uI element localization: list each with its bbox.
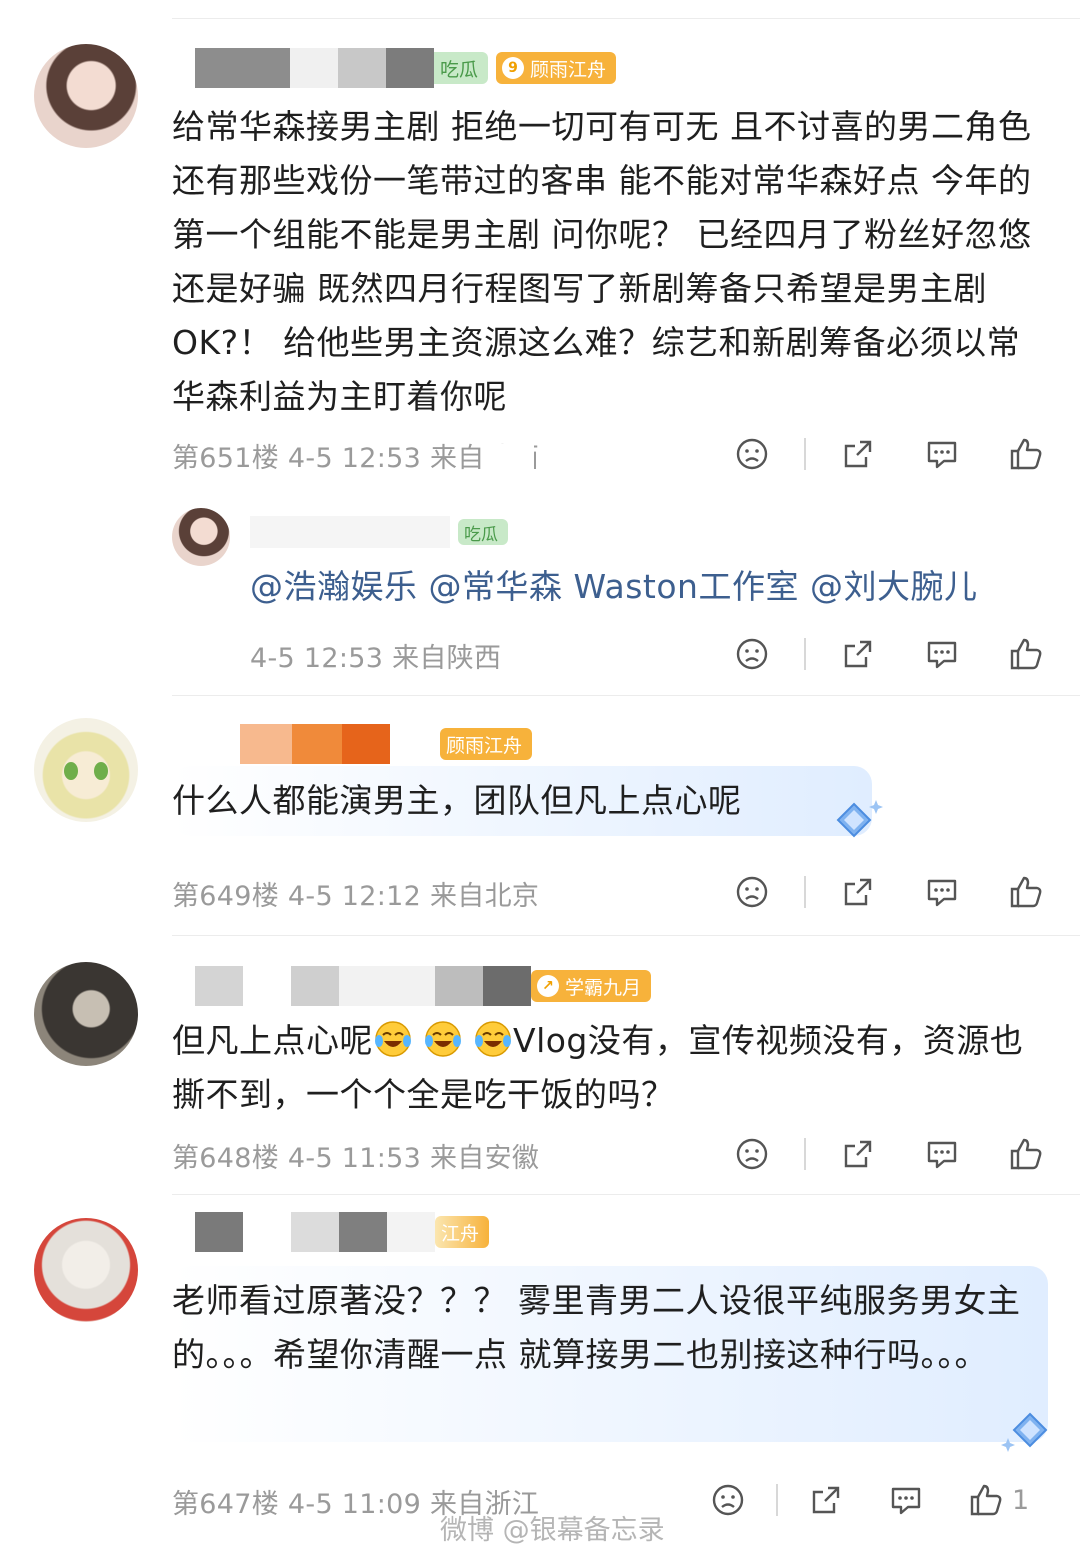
fan-badge[interactable]: ↗ 学霸九月	[531, 970, 652, 1002]
dislike-icon[interactable]	[732, 434, 772, 474]
username-row[interactable]: 吃瓜	[250, 512, 508, 552]
badge-chigua: 吃瓜	[458, 519, 508, 545]
comment-actions	[732, 872, 1046, 912]
reply-icon[interactable]	[922, 634, 962, 674]
fan-badge-label: 学霸九月	[565, 976, 642, 999]
reply-icon[interactable]	[886, 1480, 926, 1520]
like-icon[interactable]	[966, 1480, 1006, 1520]
top-divider	[172, 18, 1080, 19]
dislike-icon[interactable]	[708, 1480, 748, 1520]
fan-badge[interactable]: 9 顾雨江舟	[496, 52, 617, 84]
username-row[interactable]: 江舟	[195, 1212, 490, 1252]
avatar[interactable]	[34, 718, 138, 822]
fan-badge-label: 顾雨江舟	[530, 58, 607, 81]
dislike-icon[interactable]	[732, 1134, 772, 1174]
divider	[172, 1194, 1080, 1195]
share-icon[interactable]	[806, 1480, 846, 1520]
comment-text: 老师看过原著没？？？ 雾里青男二人设很平纯服务男女主的。。。希望你清醒一点 就算…	[172, 1281, 1021, 1374]
username-row[interactable]: 顾雨江舟	[240, 724, 533, 764]
fan-badge-label: 顾雨江舟	[446, 734, 523, 757]
fan-badge[interactable]: 顾雨江舟	[440, 728, 533, 760]
like-icon[interactable]	[1006, 634, 1046, 674]
comment-meta: 4-5 12:53 来自陕西	[250, 643, 502, 674]
sparkle-diamond-icon	[830, 796, 884, 850]
comment-actions	[732, 1134, 1046, 1174]
comment-actions	[732, 434, 1046, 474]
fan-badge[interactable]: 江舟	[435, 1216, 490, 1248]
laugh-cry-emoji-icon	[373, 1019, 413, 1059]
divider	[172, 935, 1080, 936]
comment-meta: 第648楼 4-5 11:53 来自安徽	[172, 1143, 540, 1174]
fan-level-icon: ↗	[537, 975, 559, 997]
badge-chigua: 吃瓜	[434, 52, 489, 84]
redaction	[484, 444, 534, 484]
divider	[804, 638, 806, 670]
dislike-icon[interactable]	[732, 634, 772, 674]
like-icon[interactable]	[1006, 872, 1046, 912]
divider	[804, 876, 806, 908]
mention-link[interactable]: @刘大腕儿	[810, 567, 978, 606]
comment-actions: 1	[708, 1480, 1029, 1520]
mention-link[interactable]: @浩瀚娱乐	[250, 567, 418, 606]
divider	[776, 1484, 778, 1516]
laugh-cry-emoji-icon	[423, 1019, 463, 1059]
avatar[interactable]	[172, 508, 230, 566]
share-icon[interactable]	[838, 634, 878, 674]
avatar[interactable]	[34, 44, 138, 148]
reply-icon[interactable]	[922, 872, 962, 912]
like-icon[interactable]	[1006, 1134, 1046, 1174]
badge-label: 吃瓜	[440, 58, 479, 81]
share-icon[interactable]	[838, 1134, 878, 1174]
laugh-cry-emoji-icon	[473, 1019, 513, 1059]
mention-link[interactable]: @常华森 Waston工作室	[429, 567, 799, 606]
avatar[interactable]	[34, 962, 138, 1066]
fan-level-icon: 9	[502, 57, 525, 79]
badge-label: 吃瓜	[464, 524, 498, 545]
username-row[interactable]: 吃瓜 9 顾雨江舟	[195, 48, 617, 88]
divider	[804, 438, 806, 470]
comment-text: 但凡上点心呢 Vlog没有，宣传视频没有，资源也撕不到，一个个全是吃干饭的吗？	[172, 1014, 1052, 1122]
comment-text: 给常华森接男主剧 拒绝一切可有可无 且不讨喜的男二角色还有那些戏份一笔带过的客串…	[172, 107, 1032, 416]
share-icon[interactable]	[838, 872, 878, 912]
like-count: 1	[1012, 1484, 1030, 1516]
like-icon[interactable]	[1006, 434, 1046, 474]
reply-icon[interactable]	[922, 1134, 962, 1174]
sparkle-diamond-icon	[1000, 1408, 1060, 1462]
dislike-icon[interactable]	[732, 872, 772, 912]
comment-text-part: 但凡上点心呢	[172, 1021, 373, 1060]
username-row[interactable]: ↗ 学霸九月	[195, 966, 652, 1006]
divider	[172, 695, 1080, 696]
comment-actions	[732, 634, 1046, 674]
comment-meta: 第649楼 4-5 12:12 来自北京	[172, 881, 540, 912]
avatar[interactable]	[34, 1218, 138, 1322]
reply-icon[interactable]	[922, 434, 962, 474]
watermark: 微博 @银幕备忘录	[440, 1515, 665, 1546]
share-icon[interactable]	[838, 434, 878, 474]
reply-mentions: @浩瀚娱乐 @常华森 Waston工作室 @刘大腕儿	[250, 560, 1050, 614]
divider	[804, 1138, 806, 1170]
fan-badge-label: 江舟	[441, 1222, 480, 1245]
